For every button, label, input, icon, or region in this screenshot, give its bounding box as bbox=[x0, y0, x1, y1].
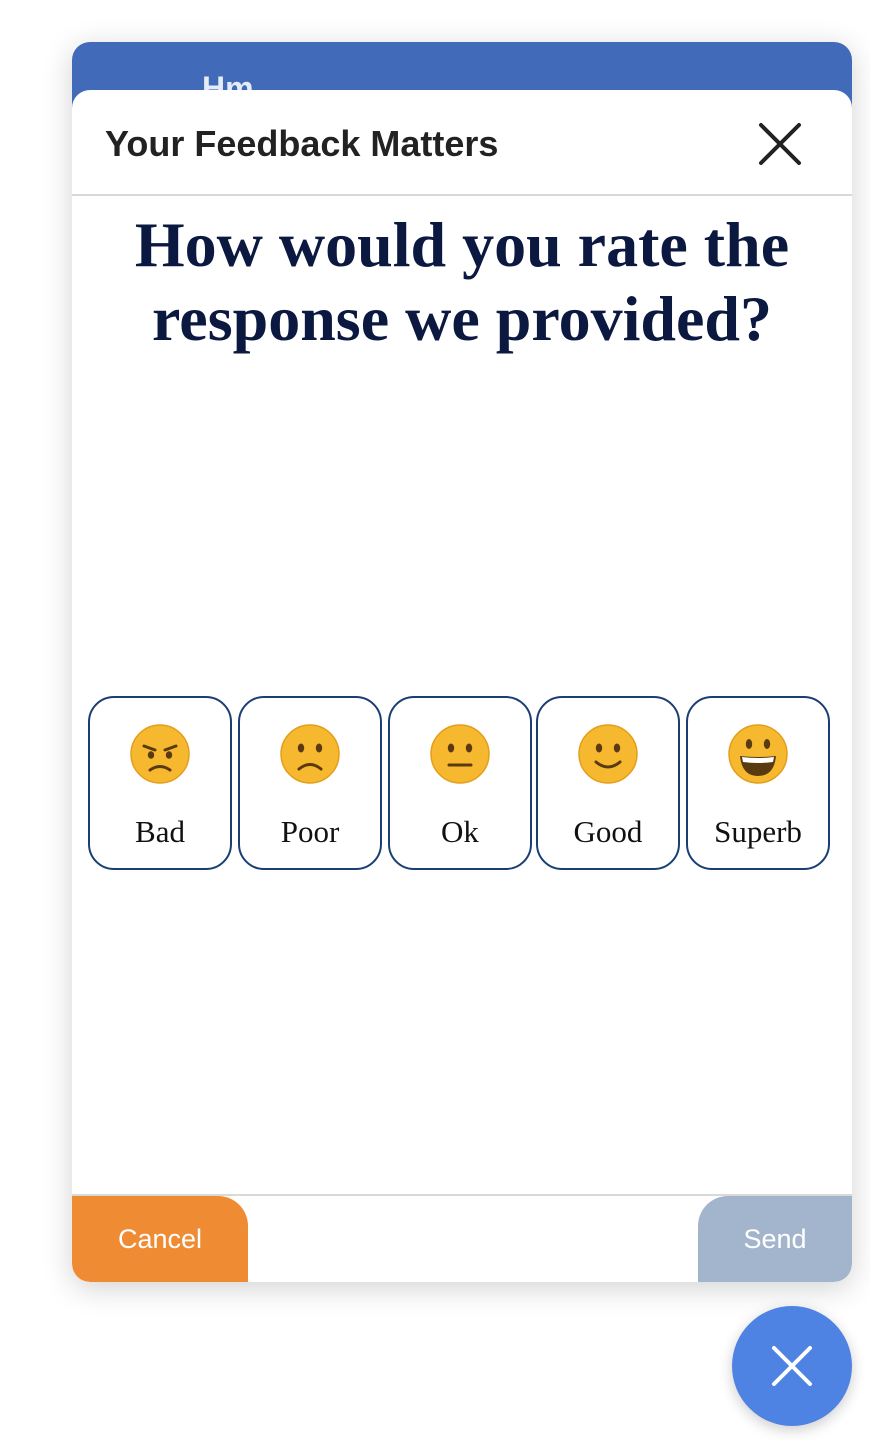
rating-option-good[interactable]: Good bbox=[536, 696, 680, 870]
rating-label: Superb bbox=[714, 814, 802, 849]
close-button[interactable] bbox=[756, 120, 804, 168]
send-button[interactable]: Send bbox=[698, 1196, 852, 1282]
rating-question: How would you rate the response we provi… bbox=[134, 209, 790, 354]
close-widget-button[interactable] bbox=[732, 1306, 852, 1426]
rating-option-poor[interactable]: Poor bbox=[238, 696, 382, 870]
rating-option-ok[interactable]: Ok bbox=[388, 696, 532, 870]
modal-header: Your Feedback Matters bbox=[72, 90, 852, 196]
angry-face-icon bbox=[130, 724, 190, 784]
rating-options: Bad Poor Ok Good Superb bbox=[88, 696, 836, 872]
rating-label: Poor bbox=[280, 814, 340, 849]
modal-footer: Cancel Send bbox=[72, 1194, 852, 1282]
close-icon bbox=[772, 1346, 812, 1386]
rating-option-bad[interactable]: Bad bbox=[88, 696, 232, 870]
rating-label: Bad bbox=[135, 814, 185, 849]
rating-option-superb[interactable]: Superb bbox=[686, 696, 830, 870]
modal-title: Your Feedback Matters bbox=[105, 123, 499, 164]
feedback-modal: Your Feedback Matters How would you rate… bbox=[72, 90, 852, 1282]
close-icon bbox=[759, 123, 801, 165]
chat-widget: Hm Your Feedback Matters How would you r… bbox=[72, 42, 852, 1282]
slightly-frowning-face-icon bbox=[280, 724, 340, 784]
grinning-face-icon bbox=[728, 724, 788, 784]
cancel-button[interactable]: Cancel bbox=[72, 1196, 248, 1282]
rating-label: Good bbox=[573, 814, 643, 849]
neutral-face-icon bbox=[430, 724, 490, 784]
slightly-smiling-face-icon bbox=[578, 724, 638, 784]
rating-label: Ok bbox=[441, 814, 479, 849]
